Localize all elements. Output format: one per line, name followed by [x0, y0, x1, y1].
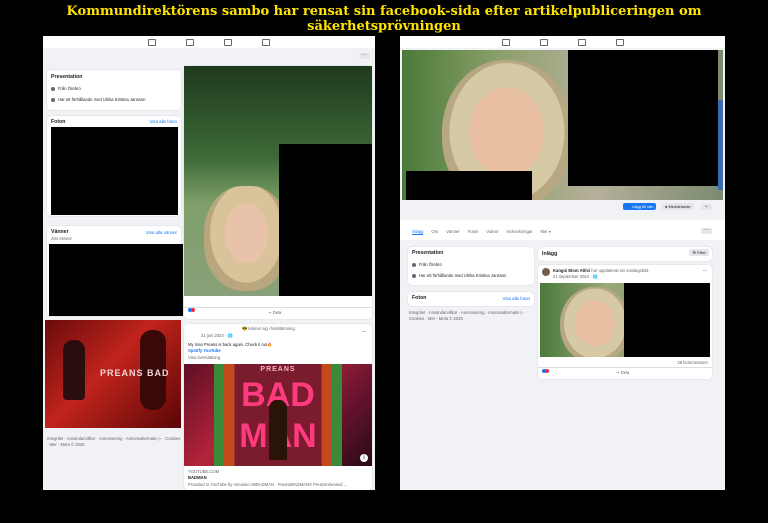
translate-link[interactable]: Visa översättning — [188, 355, 220, 360]
headline: Kommundirektörens sambo har rensat sin f… — [66, 4, 702, 34]
share-label: Dela — [620, 370, 630, 375]
profile-photo[interactable] — [184, 66, 372, 296]
message-button[interactable]: ● Meddelande — [662, 203, 694, 210]
filter-button[interactable]: ⚙ Filter — [689, 249, 709, 256]
cover-update-photo[interactable] — [540, 283, 710, 357]
video-icon[interactable] — [186, 38, 194, 46]
album-thumb-text: PREANS BAD — [100, 368, 170, 378]
filter-label: Filter — [697, 250, 706, 255]
top-nav — [43, 36, 375, 48]
posts-header: Inlägg ⚙ Filter — [538, 247, 712, 261]
heart-icon — [412, 273, 416, 278]
photo-post: ↪ Dela — [184, 66, 372, 319]
message-label: Meddelande — [668, 204, 691, 209]
right-screenshot: 👤 Lägg till vän ● Meddelande ⌄ Inlägg Om… — [400, 36, 725, 490]
friends-card: Vänner 294 vänner Visa alla vänner — [47, 226, 183, 316]
home-icon[interactable] — [148, 38, 156, 46]
add-friend-button[interactable]: 👤 Lägg till vän — [623, 203, 657, 210]
more-options-button[interactable]: ··· — [359, 53, 370, 59]
tab-more[interactable]: Mer ▾ — [541, 229, 551, 235]
info-icon[interactable]: i — [360, 454, 368, 462]
see-all-photos-link[interactable]: Visa alla foton — [502, 296, 530, 301]
tabs-more-button[interactable]: ··· — [701, 228, 712, 234]
heart-icon — [51, 97, 55, 102]
reactions[interactable] — [542, 360, 549, 378]
share-button[interactable]: ↪ Dela — [616, 370, 629, 375]
video-title-top: PREANS — [260, 366, 296, 373]
love-icon — [191, 308, 195, 312]
home-icon[interactable] — [501, 38, 510, 46]
presentation-title: Presentation — [412, 250, 444, 256]
love-icon — [545, 369, 549, 373]
link-domain: YOUTUBE.COM — [188, 469, 220, 474]
groups-icon[interactable] — [224, 38, 232, 46]
redacted-cover — [568, 50, 718, 186]
relationship-text: Har ett förhållande med Ulrika Kristina … — [58, 97, 146, 102]
post-options-icon[interactable]: ··· — [703, 268, 707, 273]
photos-title: Foton — [412, 295, 427, 301]
post-date[interactable]: 21 juni 2024 · 🌐 — [201, 333, 233, 339]
share-label: Dela — [272, 310, 282, 315]
see-all-friends-link[interactable]: Visa alla vänner — [146, 230, 177, 235]
friends-title: Vänner — [51, 229, 69, 235]
cover-photo[interactable] — [402, 50, 723, 200]
gaming-icon[interactable] — [262, 38, 270, 46]
redacted-friends — [49, 244, 183, 316]
post-links[interactable]: Spotify YouTube — [188, 348, 221, 353]
profile-more-button[interactable]: ⌄ — [701, 204, 712, 210]
location-icon — [412, 262, 416, 267]
see-all-photos-link[interactable]: Visa alla foton — [149, 119, 177, 124]
post-options-icon[interactable]: ··· — [362, 329, 366, 334]
from-text: Från Örebro — [58, 86, 81, 91]
profile-tabs: Inlägg Om Vänner Foton Videor Inchecknin… — [412, 229, 551, 235]
tab-photos[interactable]: Foton — [468, 229, 479, 235]
groups-icon[interactable] — [615, 38, 624, 46]
feeling-text: 😎 känner sig i feststämning. — [242, 326, 296, 331]
share-button-1[interactable]: ↪ Dela — [268, 310, 281, 315]
tab-videos[interactable]: Videor — [486, 229, 498, 235]
post-action: har uppdaterat sin omslagsbild. — [591, 268, 650, 273]
link-description: Provided to YouTube by Amuseio ABBADMAN … — [188, 482, 348, 487]
redacted-face — [279, 144, 372, 296]
music-post: 😎 känner sig i feststämning. 21 juni 202… — [184, 324, 372, 490]
photos-title: Foton — [51, 119, 66, 125]
footer-links[interactable]: Integritet · Användarvillkor · Annonseri… — [47, 436, 181, 447]
marketplace-icon[interactable] — [577, 38, 586, 46]
post-date[interactable]: 21 september 2024 · 🌐 — [553, 274, 598, 280]
from-text: Från Örebro — [419, 262, 442, 267]
link-title[interactable]: BADMAN — [188, 475, 207, 480]
video-thumbnail[interactable]: PREANS BAD MAN i — [184, 364, 372, 466]
top-nav — [400, 36, 725, 48]
presentation-card: Presentation Från Örebro Har ett förhåll… — [408, 247, 534, 285]
video-icon[interactable] — [539, 38, 548, 46]
footer-links[interactable]: Integritet · Användarvillkor · Annonseri… — [409, 310, 537, 321]
redacted-profile — [406, 171, 532, 200]
posts-title: Inlägg — [542, 251, 558, 257]
post-author[interactable]: Kangni Elom Attivi — [553, 268, 590, 273]
left-screenshot: ··· Presentation Från Örebro Har ett för… — [43, 36, 375, 490]
tab-about[interactable]: Om — [431, 229, 438, 235]
relationship-text: Har ett förhållande med Ulrika Kristina … — [419, 273, 507, 278]
avatar[interactable] — [542, 268, 550, 276]
reactions[interactable] — [188, 299, 195, 317]
add-friend-label: Lägg till vän — [632, 204, 654, 209]
redacted-photos — [51, 127, 178, 215]
redacted-post-photo — [624, 283, 710, 357]
cover-update-post: Kangni Elom Attivi har uppdaterat sin om… — [538, 265, 712, 379]
tab-friends[interactable]: Vänner — [446, 229, 460, 235]
friends-count: 294 vänner — [51, 236, 72, 241]
tab-checkins[interactable]: Incheckningar — [506, 229, 532, 235]
album-thumbnail[interactable]: PREANS BAD — [45, 320, 181, 428]
tab-posts[interactable]: Inlägg — [412, 229, 424, 235]
comments-count[interactable]: 28 kommentarer — [678, 360, 709, 365]
photos-card: Foton Visa alla foton — [408, 292, 534, 306]
presentation-title: Presentation — [51, 74, 83, 80]
presentation-card: Presentation Från Örebro Har ett förhåll… — [47, 70, 181, 110]
location-icon — [51, 86, 55, 91]
photos-card: Foton Visa alla foton — [47, 116, 181, 216]
